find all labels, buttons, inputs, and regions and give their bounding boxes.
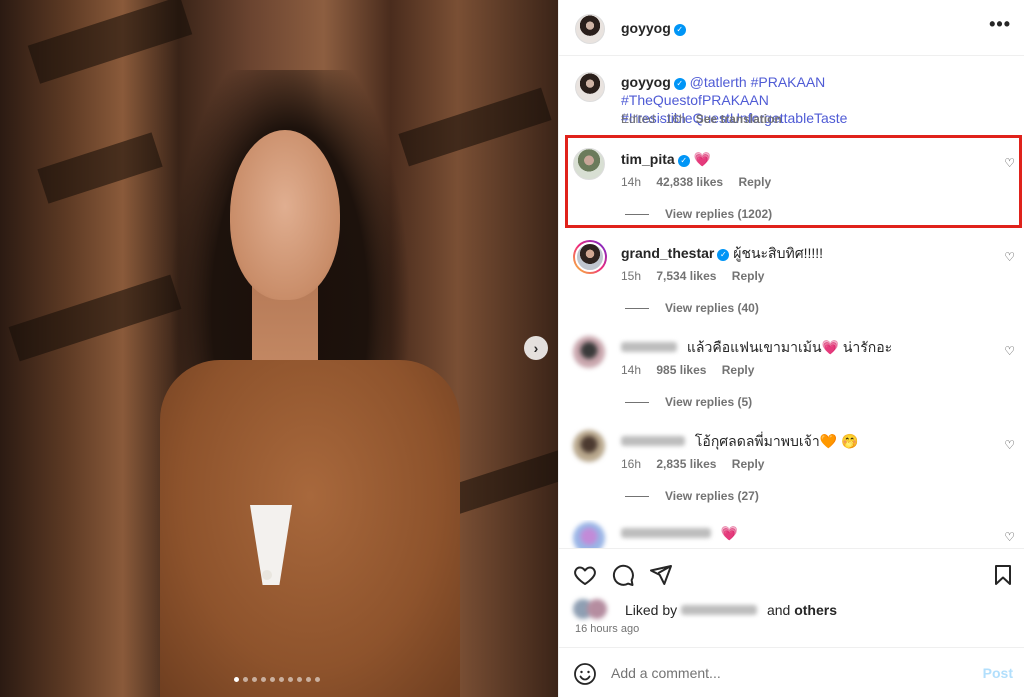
carousel-dot xyxy=(306,677,311,682)
comment-body: แล้วคือแฟนเขามาเม้น💗 น่ารักอะ xyxy=(621,338,892,356)
heart-icon[interactable] xyxy=(573,563,597,587)
caption-avatar[interactable] xyxy=(575,72,605,102)
post-actions: Liked by and others 16 hours ago xyxy=(559,548,1024,658)
carousel-dot xyxy=(234,677,239,682)
background-stripe xyxy=(8,274,182,362)
comment-username[interactable] xyxy=(621,528,711,538)
reply-button[interactable]: Reply xyxy=(732,457,765,471)
avatar[interactable] xyxy=(573,522,605,548)
background-stripe xyxy=(398,87,552,167)
comment-likes[interactable]: 985 likes xyxy=(656,363,706,377)
post-detail-panel: goyyog ✓ ••• goyyog ✓ @tatlerth #PRAKAAN #… xyxy=(558,0,1024,697)
emoji-icon[interactable] xyxy=(573,662,597,686)
verified-icon: ✓ xyxy=(717,249,730,261)
comment-likes[interactable]: 2,835 likes xyxy=(656,457,716,471)
comment-item: 💗 ♡ xyxy=(559,520,1024,548)
highlight-box xyxy=(565,135,1022,228)
view-replies-button[interactable]: View replies (5) xyxy=(625,395,752,409)
carousel-dots xyxy=(234,677,320,682)
comment-likes[interactable]: 7,534 likes xyxy=(656,269,716,283)
background-stripe xyxy=(37,132,163,204)
comment-username[interactable] xyxy=(621,342,677,352)
carousel-next-button[interactable]: › xyxy=(524,336,548,360)
verified-icon: ✓ xyxy=(673,24,686,36)
comment-input[interactable]: Add a comment... xyxy=(611,665,721,681)
comment-meta: 15h 7,534 likes Reply xyxy=(621,269,776,283)
face xyxy=(230,130,340,300)
background-stripe xyxy=(27,0,193,84)
comment-username[interactable]: grand_thestar xyxy=(621,245,714,261)
comment-body: โอ้กุศลดลพี่มาพบเจ้า🧡 🤭 xyxy=(621,432,858,450)
avatar[interactable] xyxy=(573,240,607,274)
caption-time: Edited · 16h xyxy=(621,112,686,126)
heart-icon[interactable]: ♡ xyxy=(1004,250,1015,264)
carousel-dot xyxy=(279,677,284,682)
comment-meta: 16h 2,835 likes Reply xyxy=(621,457,776,471)
comment-meta: 14h 985 likes Reply xyxy=(621,363,766,377)
caption-username[interactable]: goyyog xyxy=(621,74,671,90)
carousel-dot xyxy=(315,677,320,682)
comment-text: ผู้ชนะสิบทิศ!!!!! xyxy=(733,245,824,261)
vest xyxy=(160,360,460,697)
comment-body: grand_thestar ✓ ผู้ชนะสิบทิศ!!!!! xyxy=(621,244,823,262)
liker-username[interactable] xyxy=(681,605,758,615)
reply-button[interactable]: Reply xyxy=(732,269,765,283)
header-username[interactable]: goyyog ✓ xyxy=(621,20,686,36)
comment-icon[interactable] xyxy=(611,563,635,587)
view-replies-button[interactable]: View replies (27) xyxy=(625,489,759,503)
heart-icon[interactable]: ♡ xyxy=(1004,438,1015,452)
comment-username[interactable] xyxy=(621,436,685,446)
carousel-dot xyxy=(270,677,275,682)
caption-mention[interactable]: @tatlerth xyxy=(690,74,747,90)
chevron-right-icon: › xyxy=(533,340,539,356)
share-icon[interactable] xyxy=(649,563,673,587)
post-header: goyyog ✓ ••• xyxy=(559,0,1024,56)
avatar[interactable] xyxy=(573,430,605,462)
view-replies-button[interactable]: View replies (40) xyxy=(625,301,759,315)
comment-composer: Add a comment... Post xyxy=(559,647,1024,697)
carousel-dot xyxy=(243,677,248,682)
comment-text: 💗 xyxy=(720,525,739,541)
comment-body: 💗 xyxy=(621,524,738,542)
comment-time: 14h xyxy=(621,363,642,377)
carousel-dot xyxy=(261,677,266,682)
comment-text: แล้วคือแฟนเขามาเม้น💗 น่ารักอะ xyxy=(686,339,893,355)
zipper xyxy=(262,570,272,580)
avatar[interactable] xyxy=(573,336,605,368)
carousel-dot xyxy=(252,677,257,682)
post-image[interactable]: › xyxy=(0,0,558,697)
comment-time: 15h xyxy=(621,269,642,283)
liked-by[interactable]: Liked by and others xyxy=(625,602,837,618)
liker-avatar xyxy=(587,599,607,619)
post-time: 16 hours ago xyxy=(575,623,640,635)
likes-others-link[interactable]: others xyxy=(794,602,837,618)
verified-icon: ✓ xyxy=(673,78,686,90)
carousel-dot xyxy=(288,677,293,682)
avatar[interactable] xyxy=(575,14,605,44)
bookmark-icon[interactable] xyxy=(991,563,1015,587)
comment-text: โอ้กุศลดลพี่มาพบเจ้า🧡 🤭 xyxy=(694,433,859,449)
reply-button[interactable]: Reply xyxy=(722,363,755,377)
heart-icon[interactable]: ♡ xyxy=(1004,344,1015,358)
carousel-dot xyxy=(297,677,302,682)
see-translation-link[interactable]: See translation xyxy=(696,112,782,126)
post-comment-button[interactable]: Post xyxy=(983,665,1013,681)
heart-icon[interactable]: ♡ xyxy=(1004,530,1015,544)
more-icon[interactable]: ••• xyxy=(989,14,1011,35)
caption-meta: Edited · 16h See translation xyxy=(621,112,782,126)
comment-time: 16h xyxy=(621,457,642,471)
